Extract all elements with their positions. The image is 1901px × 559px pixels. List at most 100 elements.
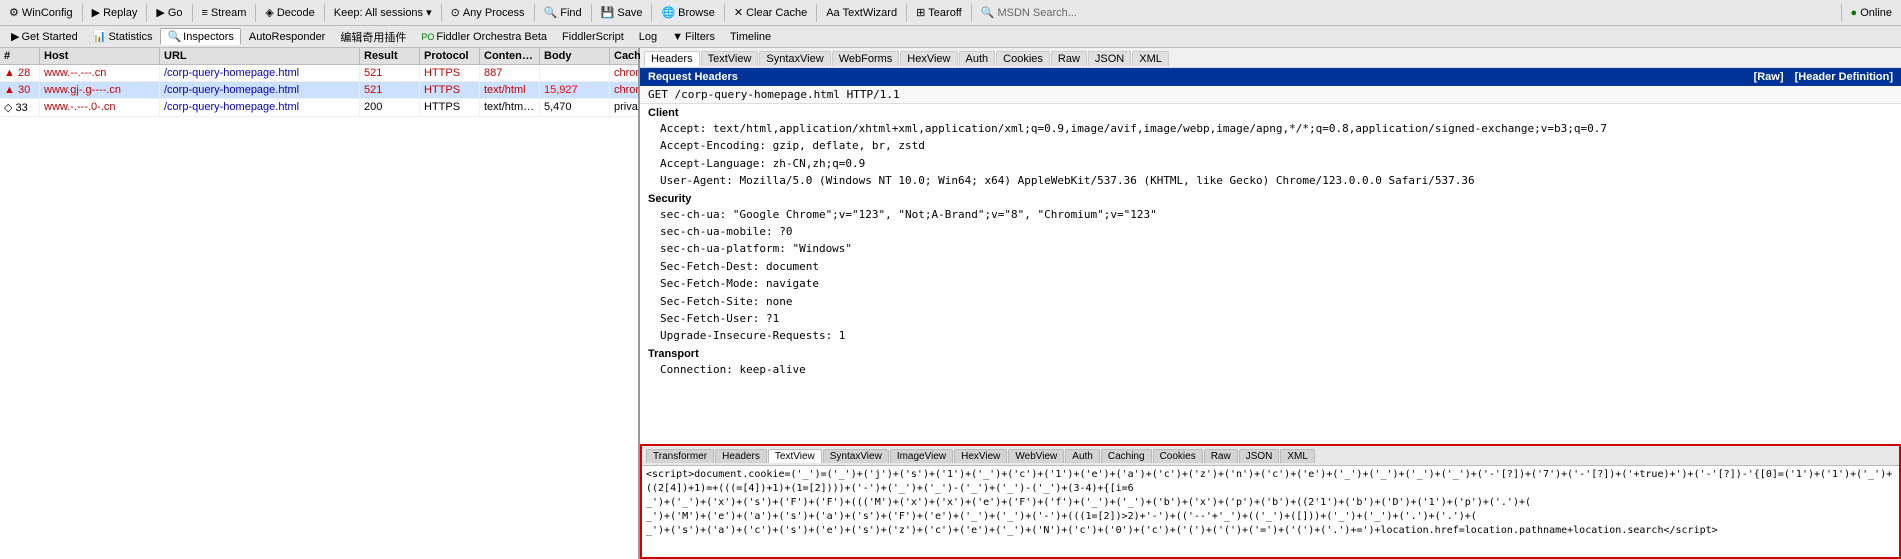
bottom-tab-cookies[interactable]: Cookies (1153, 449, 1203, 463)
bottom-tabs-row: Transformer Headers TextView SyntaxView … (642, 446, 1899, 466)
tab-inspectors[interactable]: 🔍 Inspectors (160, 28, 240, 45)
clear-cache-button[interactable]: ✕ Clear Cache (729, 4, 812, 21)
inspector-tab-xml[interactable]: XML (1132, 51, 1169, 66)
keep-button[interactable]: Keep: All sessions ▾ (329, 4, 437, 21)
textwizard-button[interactable]: Aa TextWizard (821, 5, 902, 21)
any-process-button[interactable]: ⊙ Any Process (446, 4, 530, 21)
process-icon: ⊙ (451, 6, 460, 19)
col-protocol[interactable]: Protocol (420, 48, 480, 64)
bottom-tab-syntaxview[interactable]: SyntaxView (823, 449, 889, 463)
tab-log[interactable]: Log (632, 29, 664, 45)
header-entry: Accept: text/html,application/xhtml+xml,… (640, 120, 1901, 137)
cell-url: /corp-query-homepage.html (160, 65, 360, 81)
tab-statistics[interactable]: 📊 Statistics (86, 28, 160, 45)
replay-button[interactable]: ▶ Replay (87, 4, 143, 21)
col-content-type[interactable]: Content-Type (480, 48, 540, 64)
col-host[interactable]: Host (40, 48, 160, 64)
tab-fiddlerscript[interactable]: FiddlerScript (555, 29, 631, 45)
cell-body: 15,927 (540, 82, 610, 98)
tab-composer[interactable]: 编辑奇用插件 (333, 27, 413, 47)
bottom-tab-textview[interactable]: TextView (768, 449, 822, 463)
table-row[interactable]: ▲ 28 www.--.---.cn /corp-query-homepage.… (0, 65, 638, 82)
stream-button[interactable]: ≡ Stream (197, 5, 252, 21)
header-definition-label[interactable]: [Header Definition] (1795, 71, 1893, 83)
table-row[interactable]: ◇ 33 www.-.---.0-.cn /corp-query-homepag… (0, 99, 638, 117)
msdn-search-field[interactable]: 🔍 MSDN Search... (976, 4, 1837, 21)
cell-host: www.gj-.g----.cn (40, 82, 160, 98)
raw-label[interactable]: [Raw] (1754, 71, 1784, 83)
save-button[interactable]: 💾 Save (596, 4, 648, 21)
cell-body: 5,470 (540, 99, 610, 116)
cell-content-type: text/html;c... (480, 99, 540, 116)
cell-process: chrome... (610, 65, 638, 81)
inspector-tab-cookies[interactable]: Cookies (996, 51, 1050, 66)
msdn-icon: 🔍 (981, 6, 995, 19)
bottom-tab-xml[interactable]: XML (1280, 449, 1315, 463)
bottom-tab-json[interactable]: JSON (1239, 449, 1280, 463)
cell-content-type: text/html (480, 82, 540, 98)
request-list-panel: # Host URL Result Protocol Content-Type … (0, 48, 640, 559)
table-row[interactable]: ▲ 30 www.gj-.g----.cn /corp-query-homepa… (0, 82, 638, 99)
bottom-tab-auth[interactable]: Auth (1065, 449, 1100, 463)
bottom-tab-imageview[interactable]: ImageView (890, 449, 953, 463)
header-entry: sec-ch-ua: "Google Chrome";v="123", "Not… (640, 206, 1901, 223)
tab-get-started[interactable]: ▶ Get Started (4, 28, 85, 45)
header-entry: sec-ch-ua-platform: "Windows" (640, 240, 1901, 257)
security-section-header: Security (640, 190, 1901, 206)
inspector-tab-hexview[interactable]: HexView (900, 51, 957, 66)
inspector-tab-textview[interactable]: TextView (701, 51, 759, 66)
inspector-tab-syntaxview[interactable]: SyntaxView (759, 51, 830, 66)
toolbar-sep-5 (324, 4, 325, 22)
winconfig-icon: ⚙ (9, 6, 19, 19)
toolbar-sep-11 (816, 4, 817, 22)
tab-filters[interactable]: ▼ Filters (665, 29, 722, 45)
bottom-tab-hexview[interactable]: HexView (954, 449, 1007, 463)
request-headers-header: Request Headers [Raw] [Header Definition… (640, 68, 1901, 86)
col-number[interactable]: # (0, 48, 40, 64)
cell-result: 521 (360, 65, 420, 81)
bottom-tab-webview[interactable]: WebView (1008, 449, 1064, 463)
textwizard-icon: Aa (826, 7, 839, 19)
tearoff-button[interactable]: ⊞ Tearoff (911, 4, 967, 21)
bottom-content[interactable]: <script>document.cookie=('_')=('_')+('j'… (642, 466, 1899, 557)
inspector-tab-webforms[interactable]: WebForms (832, 51, 900, 66)
browse-icon: 🌐 (661, 6, 675, 19)
cell-url: /corp-query-homepage.html (160, 99, 360, 116)
request-list-body: ▲ 28 www.--.---.cn /corp-query-homepage.… (0, 65, 638, 559)
toolbar-sep-8 (591, 4, 592, 22)
header-actions: [Raw] [Header Definition] (1754, 71, 1893, 83)
header-entry: Accept-Language: zh-CN,zh;q=0.9 (640, 155, 1901, 172)
decode-button[interactable]: ◈ Decode (260, 4, 319, 21)
col-result[interactable]: Result (360, 48, 420, 64)
tab-timeline[interactable]: Timeline (723, 29, 778, 45)
col-url[interactable]: URL (160, 48, 360, 64)
browse-button[interactable]: 🌐 Browse (656, 4, 719, 21)
header-entry: sec-ch-ua-mobile: ?0 (640, 223, 1901, 240)
go-icon: ▶ (156, 6, 164, 19)
toolbar-sep-10 (724, 4, 725, 22)
col-body[interactable]: Body (540, 48, 610, 64)
inspector-tab-raw[interactable]: Raw (1051, 51, 1087, 66)
header-entry: Accept-Encoding: gzip, deflate, br, zstd (640, 137, 1901, 154)
cell-process: private chrome... (610, 99, 638, 116)
find-icon: 🔍 (544, 6, 558, 19)
stream-icon: ≡ (202, 7, 208, 19)
toolbar-sep-9 (651, 4, 652, 22)
find-button[interactable]: 🔍 Find (539, 4, 587, 21)
inspector-tab-auth[interactable]: Auth (959, 51, 996, 66)
bottom-tab-raw[interactable]: Raw (1204, 449, 1238, 463)
bottom-tab-caching[interactable]: Caching (1101, 449, 1152, 463)
tab-autoresponder[interactable]: AutoResponder (242, 29, 332, 45)
cell-number: ▲ 30 (0, 82, 40, 98)
winconfig-button[interactable]: ⚙ WinConfig (4, 4, 78, 21)
toolbar-sep-7 (534, 4, 535, 22)
bottom-tab-transformer[interactable]: Transformer (646, 449, 714, 463)
decode-icon: ◈ (265, 6, 273, 19)
inspector-tab-headers[interactable]: Headers (644, 51, 700, 66)
inspector-tabs-row: Headers TextView SyntaxView WebForms Hex… (640, 48, 1901, 68)
inspector-tab-json[interactable]: JSON (1088, 51, 1131, 66)
cell-body (540, 65, 610, 81)
tab-fiddler-orchestra[interactable]: PO Fiddler Orchestra Beta (414, 29, 554, 45)
bottom-tab-headers[interactable]: Headers (715, 449, 767, 463)
go-button[interactable]: ▶ Go (151, 4, 187, 21)
